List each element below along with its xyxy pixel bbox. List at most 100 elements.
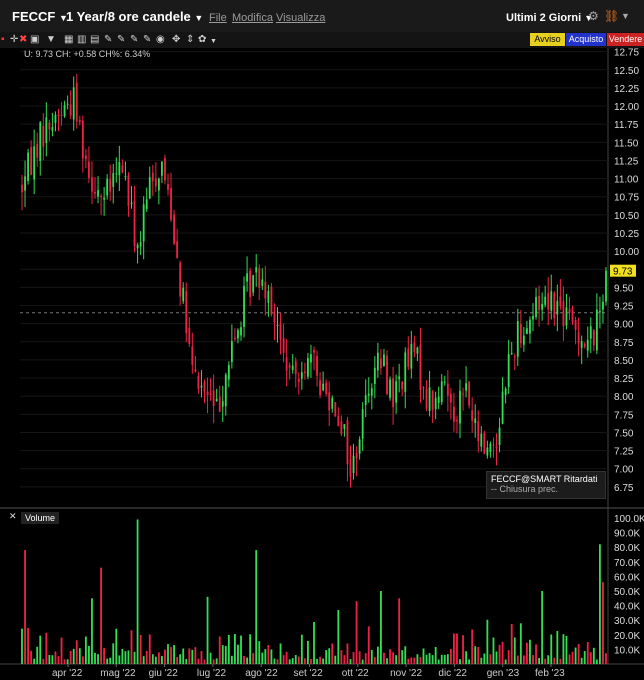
volume-bar <box>501 641 504 664</box>
volume-bar <box>161 656 163 664</box>
volume-bar <box>285 651 288 664</box>
candle-body <box>346 420 349 465</box>
x-tick-label: giu '22 <box>149 668 179 679</box>
candle-body <box>529 319 531 334</box>
volume-bar <box>532 655 534 664</box>
candle-body <box>88 161 90 179</box>
x-tick-label: apr '22 <box>52 668 83 679</box>
candle-body <box>538 295 540 311</box>
candle-body <box>574 320 577 330</box>
candle-body <box>209 393 212 395</box>
volume-bar <box>42 658 45 664</box>
candle-body <box>586 339 589 351</box>
candle-body <box>437 396 440 403</box>
volume-bar <box>51 655 54 664</box>
candle-body <box>547 292 550 310</box>
price-tick-label: 10.25 <box>614 229 639 240</box>
volume-bar <box>325 650 328 664</box>
price-tick-label: 11.75 <box>614 120 639 131</box>
candle-body <box>273 312 276 323</box>
candle-body <box>224 374 227 407</box>
candle-body <box>106 178 109 196</box>
volume-bar <box>398 598 401 664</box>
volume-bar <box>395 655 398 664</box>
price-tick-label: 7.75 <box>614 410 634 421</box>
volume-bar <box>63 659 66 664</box>
volume-bar <box>431 655 434 664</box>
volume-tick-label: 20.0K <box>614 631 640 642</box>
candle-body <box>453 406 455 422</box>
candle-body <box>602 301 604 310</box>
price-chart[interactable]: 12.75 12.50 12.25 12.00 11.75 11.50 11.25 11.00… <box>0 0 644 680</box>
candle-body <box>443 381 446 383</box>
candle-body <box>197 375 200 390</box>
volume-bar <box>185 658 188 664</box>
volume-bar <box>380 591 382 664</box>
candle-body <box>401 381 404 390</box>
candle-body <box>370 388 373 396</box>
volume-bar <box>316 658 318 664</box>
volume-bar <box>459 659 461 664</box>
price-tick-label: 10.50 <box>614 211 639 222</box>
candle-body <box>75 82 78 122</box>
candle-body <box>373 367 376 385</box>
candle-body <box>167 184 169 190</box>
candle-body <box>218 396 221 412</box>
volume-bar <box>331 643 334 664</box>
volume-bar <box>541 591 544 664</box>
candle-body <box>571 308 574 322</box>
candle-body <box>352 455 355 474</box>
volume-bar <box>346 643 349 664</box>
price-tick-label: 9.50 <box>614 283 634 294</box>
candle-body <box>261 279 264 286</box>
candle-body <box>422 387 425 389</box>
candle-body <box>142 204 145 242</box>
candle-body <box>392 378 394 408</box>
volume-bar <box>164 649 166 664</box>
volume-bar <box>69 651 72 664</box>
candle-body <box>255 267 258 273</box>
candle-body <box>288 365 291 368</box>
volume-bar <box>66 659 69 664</box>
volume-bar <box>583 651 586 664</box>
volume-bar <box>480 657 483 664</box>
candle-body <box>303 371 306 373</box>
candle-body <box>550 291 553 311</box>
candle-body <box>340 421 343 435</box>
candle-body <box>173 214 175 244</box>
legend-title: FECCF@SMART Ritardati <box>491 474 598 484</box>
candle-body <box>446 383 449 396</box>
candle-body <box>36 143 39 158</box>
candle-body <box>580 341 583 349</box>
volume-bar <box>94 652 96 664</box>
candle-body <box>480 433 483 447</box>
volume-bar <box>446 654 449 664</box>
x-tick-label: dic '22 <box>438 668 467 679</box>
volume-bar <box>334 655 337 664</box>
volume-bar <box>154 656 157 664</box>
candle-body <box>182 287 185 302</box>
price-tick-label: 7.00 <box>614 465 634 476</box>
candle-body <box>310 354 312 363</box>
volume-bar <box>456 633 458 664</box>
volume-bar <box>191 649 194 664</box>
volume-bar <box>294 655 297 664</box>
price-tick-label: 9.00 <box>614 320 634 331</box>
volume-bar <box>453 633 455 664</box>
volume-bar <box>157 652 160 664</box>
volume-bar <box>413 657 416 664</box>
volume-bar <box>246 657 248 664</box>
close-panel-icon[interactable]: ✕ <box>9 511 17 522</box>
candle-body <box>27 152 29 182</box>
volume-tick-label: 80.0K <box>614 543 640 554</box>
candle-body <box>100 195 102 198</box>
volume-bar <box>300 634 303 664</box>
candle-body <box>124 176 127 178</box>
volume-bar <box>553 657 556 664</box>
candle-body <box>94 192 96 194</box>
candle-body <box>595 309 598 351</box>
price-tick-label: 12.75 <box>614 48 639 59</box>
volume-bar <box>97 654 99 664</box>
volume-bar <box>602 582 604 664</box>
candle-body <box>121 165 124 173</box>
